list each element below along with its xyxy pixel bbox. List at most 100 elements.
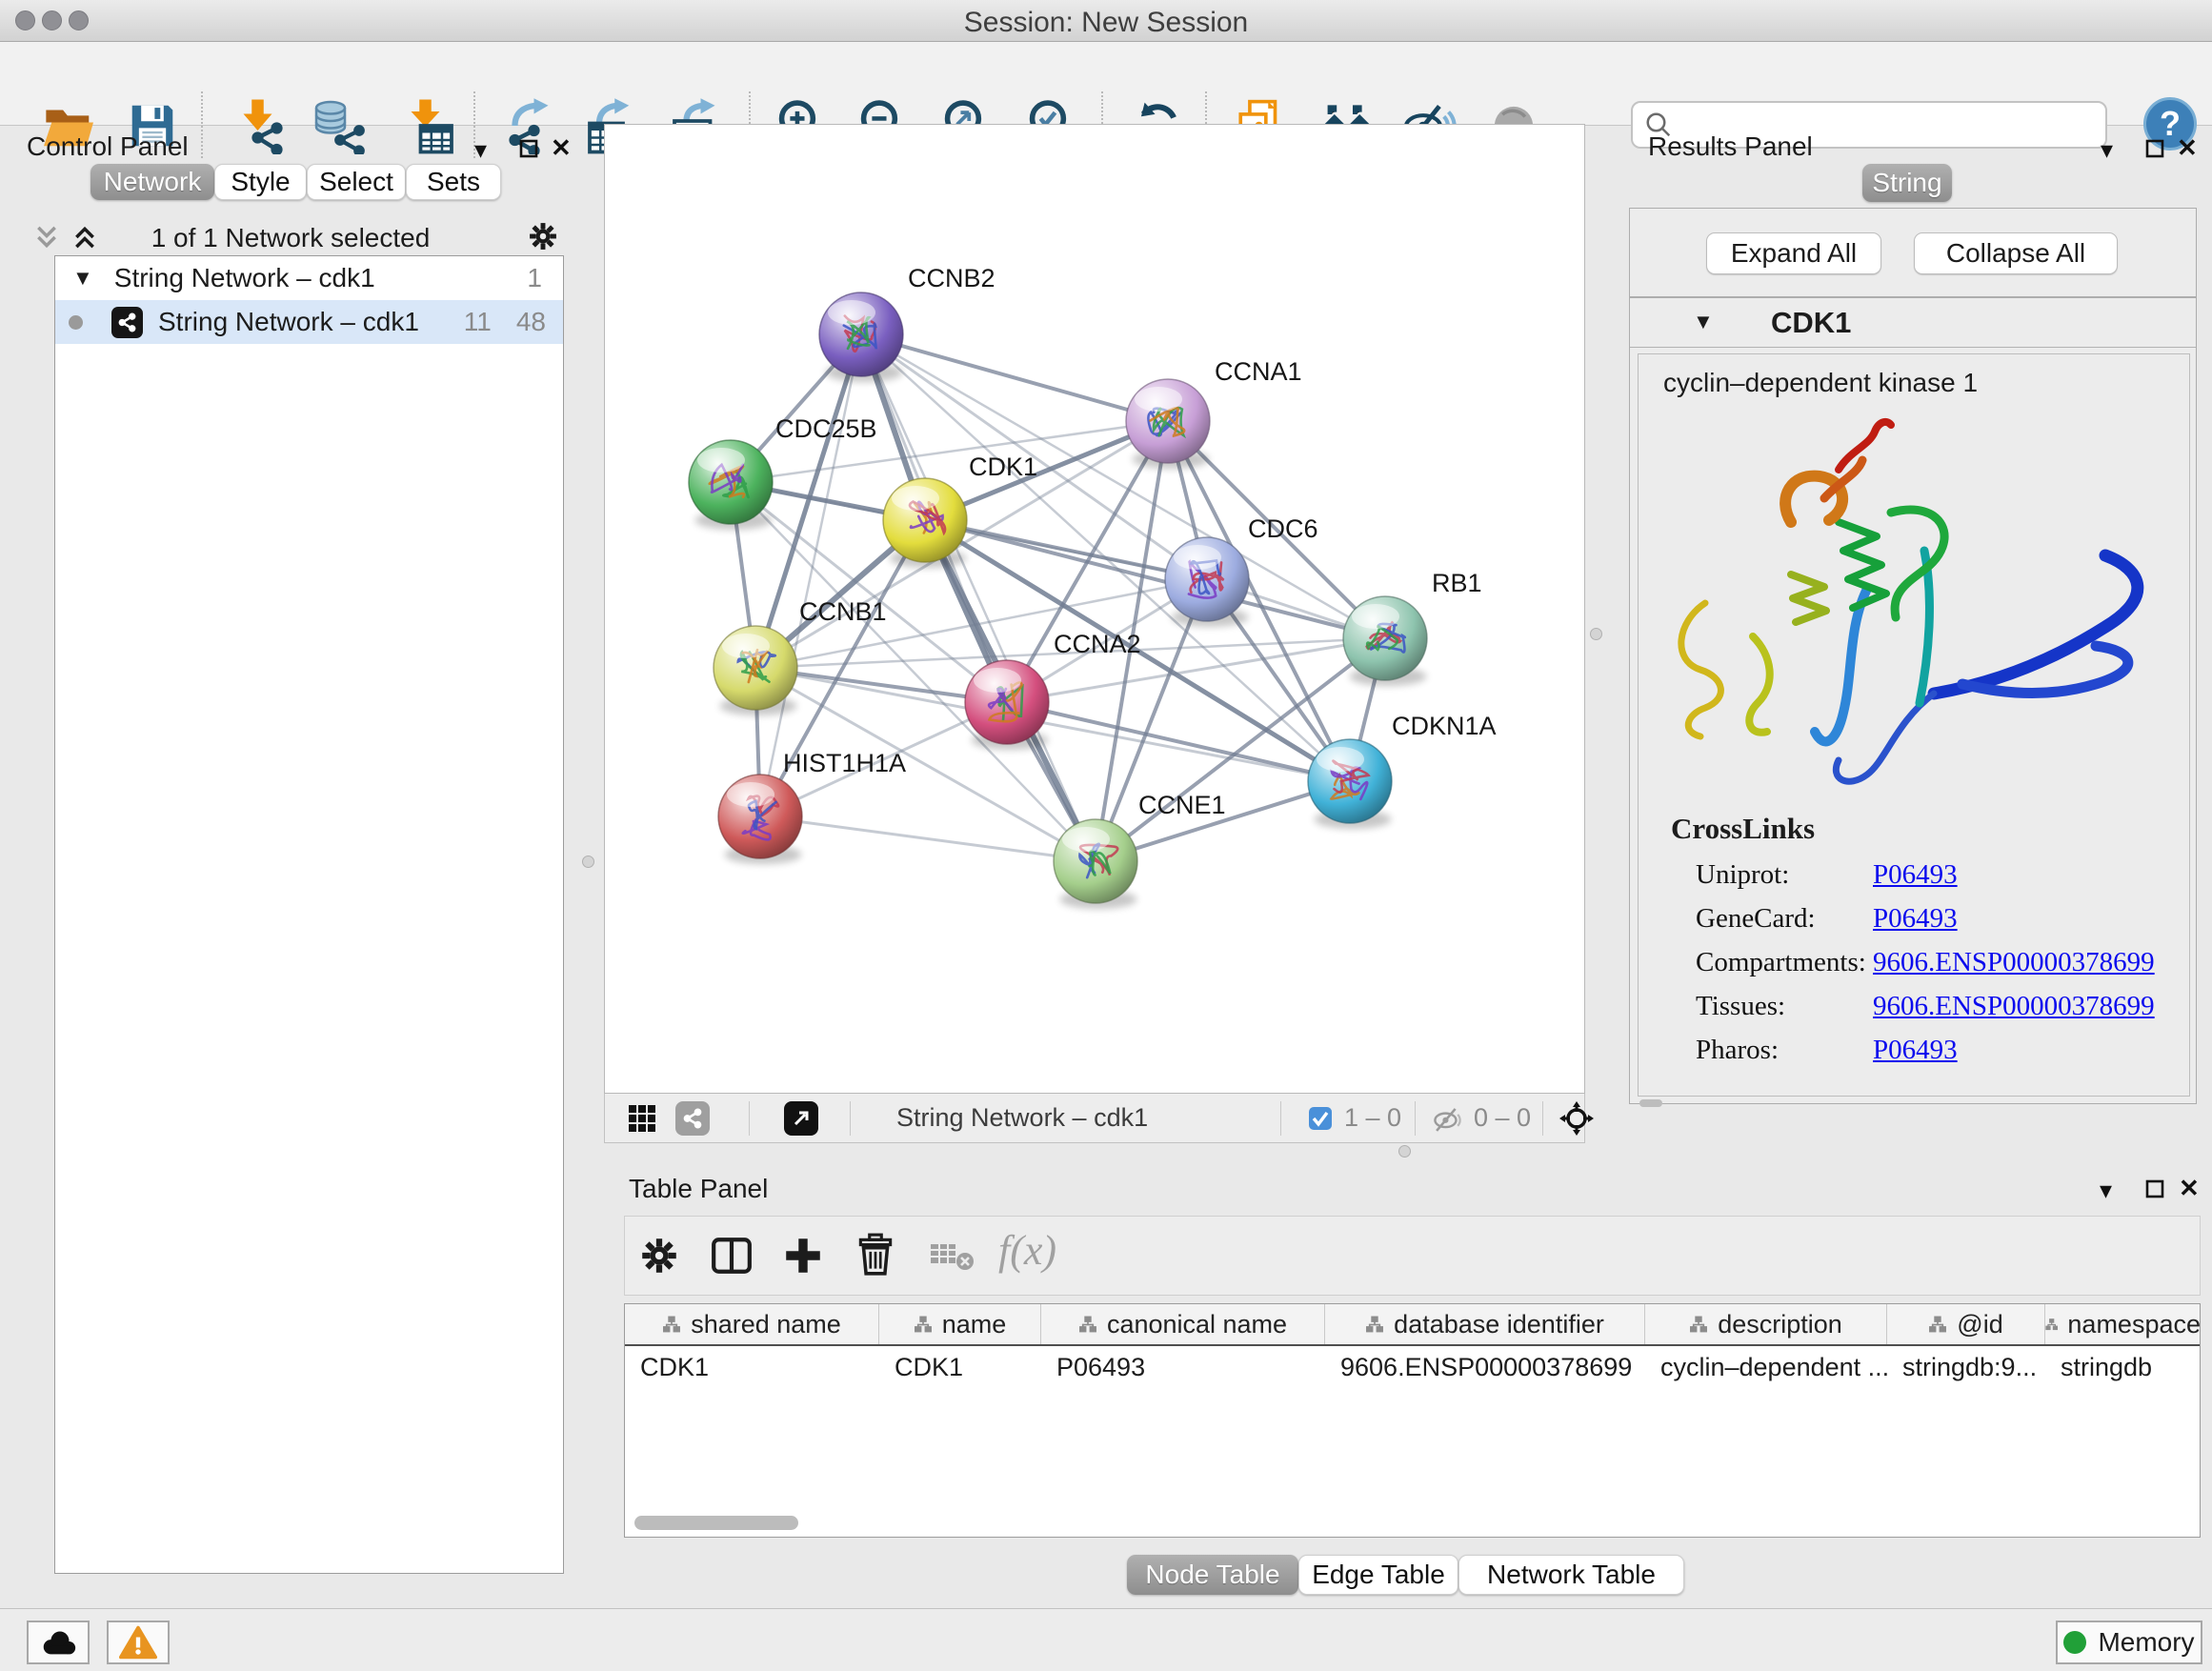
network-node[interactable] <box>1343 596 1427 686</box>
delete-column-icon[interactable] <box>854 1232 897 1278</box>
crosslink-label: Tissues: <box>1696 991 1785 1022</box>
table-cell[interactable]: cyclin–dependent ... <box>1645 1346 1887 1388</box>
network-node[interactable] <box>1165 537 1249 627</box>
results-panel-title: Results Panel <box>1648 131 1813 162</box>
memory-status-dot-icon <box>2063 1631 2086 1654</box>
bottom-splitter-handle[interactable] <box>1398 1145 1411 1158</box>
network-node[interactable] <box>1308 739 1392 829</box>
birds-eye-view-icon[interactable] <box>628 1104 656 1133</box>
column-header-database-identifier[interactable]: database identifier <box>1325 1304 1645 1344</box>
table-row[interactable]: CDK1CDK1P064939606.ENSP00000378699cyclin… <box>625 1346 2200 1388</box>
column-header-name[interactable]: name <box>879 1304 1041 1344</box>
network-node[interactable] <box>1054 819 1137 909</box>
collection-expand-triangle-icon[interactable]: ▼ <box>72 266 93 291</box>
crosslink-link[interactable]: 9606.ENSP00000378699 <box>1873 947 2155 978</box>
tab-network-table[interactable]: Network Table <box>1458 1555 1684 1595</box>
results-panel-menu-icon[interactable]: ▾ <box>2101 135 2113 164</box>
table-cell[interactable]: CDK1 <box>879 1346 1041 1388</box>
results-panel-close-icon[interactable]: ✕ <box>2177 133 2198 162</box>
network-node-label: CCNB2 <box>908 264 995 292</box>
warning-icon <box>119 1624 157 1661</box>
network-node-label: CCNB1 <box>799 597 887 626</box>
network-options-gear-icon[interactable] <box>526 219 560 253</box>
left-splitter-handle[interactable] <box>582 856 594 868</box>
network-node[interactable] <box>819 292 903 382</box>
network-edge[interactable] <box>760 816 1096 861</box>
show-columns-icon[interactable] <box>710 1234 754 1278</box>
table-panel-float-icon[interactable] <box>2145 1179 2164 1198</box>
crosslink-link[interactable]: P06493 <box>1873 903 1958 935</box>
control-panel-close-icon[interactable]: ✕ <box>551 133 572 162</box>
network-edge[interactable] <box>731 482 1207 579</box>
network-tree: ▼ String Network – cdk1 1 String Network… <box>54 255 564 1574</box>
string-tab-icon[interactable] <box>675 1101 710 1136</box>
crosslinks-heading: CrossLinks <box>1671 812 1815 846</box>
tab-style[interactable]: Style <box>214 164 307 200</box>
hidden-count: 0 – 0 <box>1474 1103 1531 1133</box>
open-in-new-window-icon[interactable] <box>784 1101 818 1136</box>
column-header--id[interactable]: @id <box>1887 1304 2045 1344</box>
tab-network[interactable]: Network <box>90 164 214 200</box>
column-type-icon <box>1689 1316 1708 1334</box>
crosslink-label: GeneCard: <box>1696 903 1816 935</box>
tab-sets[interactable]: Sets <box>406 164 501 200</box>
network-edge[interactable] <box>1007 702 1350 781</box>
column-header-canonical-name[interactable]: canonical name <box>1041 1304 1325 1344</box>
network-graph[interactable]: CCNB2CCNA1CDC25BCDK1CDC6RB1CCNB1CCNA2CDK… <box>605 125 1584 1093</box>
table-panel-close-icon[interactable]: ✕ <box>2179 1174 2200 1202</box>
table-body: CDK1CDK1P064939606.ENSP00000378699cyclin… <box>625 1346 2200 1388</box>
column-header-shared-name[interactable]: shared name <box>625 1304 879 1344</box>
table-cell[interactable]: stringdb:9... <box>1887 1346 2045 1388</box>
tab-select[interactable]: Select <box>307 164 406 200</box>
table-cell[interactable]: CDK1 <box>625 1346 879 1388</box>
network-view-canvas[interactable]: CCNB2CCNA1CDC25BCDK1CDC6RB1CCNB1CCNA2CDK… <box>604 124 1585 1094</box>
network-row-selected[interactable]: String Network – cdk1 11 48 <box>55 300 563 344</box>
tab-string[interactable]: String <box>1862 164 1952 202</box>
table-panel-menu-icon[interactable]: ▾ <box>2100 1176 2112 1204</box>
network-collection-row[interactable]: ▼ String Network – cdk1 1 <box>55 256 563 300</box>
network-node-label: RB1 <box>1432 569 1482 597</box>
network-node[interactable] <box>718 775 802 864</box>
current-network-dot-icon <box>69 315 83 330</box>
selected-checkbox-icon[interactable] <box>1308 1106 1333 1131</box>
window-title: Session: New Session <box>0 7 2212 39</box>
table-panel: Table Panel ▾ ✕ f(x) shared namenamecano… <box>602 1158 2212 1608</box>
control-panel-menu-icon[interactable]: ▾ <box>474 135 487 164</box>
table-cell[interactable]: stringdb <box>2045 1346 2201 1388</box>
table-options-gear-icon[interactable] <box>637 1234 681 1278</box>
collapse-all-button[interactable]: Collapse All <box>1914 232 2118 274</box>
expand-all-button[interactable]: Expand All <box>1706 232 1881 274</box>
control-panel-float-icon[interactable] <box>519 139 538 158</box>
protein-collapse-triangle-icon[interactable]: ▼ <box>1693 310 1714 334</box>
network-node[interactable] <box>965 660 1049 750</box>
results-actions-box: Expand All Collapse All <box>1629 208 2197 297</box>
network-node-label: CCNA1 <box>1215 357 1302 386</box>
table-cell[interactable]: 9606.ENSP00000378699 <box>1325 1346 1645 1388</box>
table-cell[interactable]: P06493 <box>1041 1346 1325 1388</box>
add-column-icon[interactable] <box>781 1234 825 1278</box>
table-hscroll-handle[interactable] <box>634 1516 798 1530</box>
column-header-namespace[interactable]: namespace <box>2045 1304 2201 1344</box>
crosslink-link[interactable]: 9606.ENSP00000378699 <box>1873 991 2155 1022</box>
fit-content-crosshair-icon[interactable] <box>1558 1099 1596 1137</box>
node-table[interactable]: shared namenamecanonical namedatabase id… <box>624 1303 2201 1538</box>
network-node[interactable] <box>883 478 967 568</box>
crosslink-link[interactable]: P06493 <box>1873 1035 1958 1066</box>
tab-node-table[interactable]: Node Table <box>1127 1555 1298 1595</box>
warnings-button[interactable] <box>107 1621 170 1664</box>
crosslink-link[interactable]: P06493 <box>1873 859 1958 891</box>
tab-edge-table[interactable]: Edge Table <box>1298 1555 1458 1595</box>
results-hscroll-handle[interactable] <box>1639 1099 1662 1107</box>
table-header-row: shared namenamecanonical namedatabase id… <box>625 1304 2200 1346</box>
network-node[interactable] <box>1126 379 1210 469</box>
column-header-description[interactable]: description <box>1645 1304 1887 1344</box>
cloud-button[interactable] <box>27 1621 90 1664</box>
network-node[interactable] <box>714 626 797 715</box>
right-splitter-handle[interactable] <box>1590 628 1602 640</box>
results-panel-float-icon[interactable] <box>2145 139 2164 158</box>
network-node-label: CCNA2 <box>1054 630 1141 658</box>
network-edge[interactable] <box>861 334 1096 861</box>
network-node[interactable] <box>689 440 773 530</box>
memory-button[interactable]: Memory <box>2056 1621 2202 1664</box>
control-panel-title: Control Panel <box>27 131 189 162</box>
